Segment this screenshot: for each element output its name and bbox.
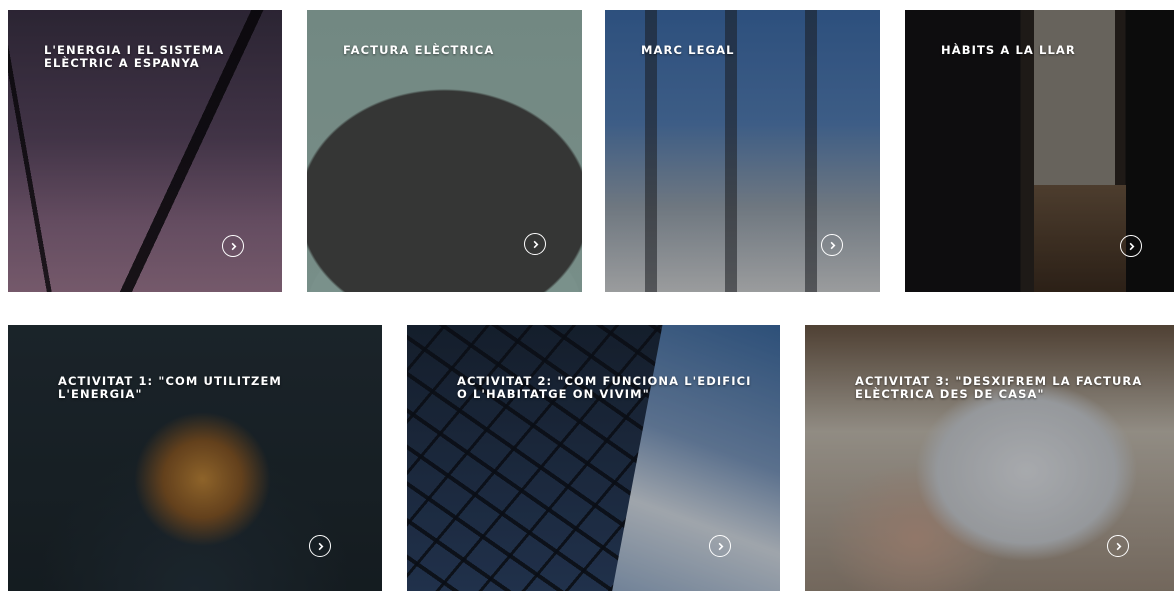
chevron-right-icon[interactable] [222,235,244,257]
card-energia-sistema-electric[interactable]: L'ENERGIA I EL SISTEMA ELÈCTRIC A ESPANY… [8,10,282,292]
card-title: L'ENERGIA I EL SISTEMA ELÈCTRIC A ESPANY… [44,43,225,70]
chevron-right-icon[interactable] [821,234,843,256]
chevron-right-icon[interactable] [309,535,331,557]
card-marc-legal[interactable]: MARC LEGAL [605,10,880,292]
card-activitat-3[interactable]: ACTIVITAT 3: "DESXIFREM LA FACTURA ELÈCT… [805,325,1174,591]
card-title: ACTIVITAT 3: "DESXIFREM LA FACTURA ELÈCT… [855,374,1143,401]
chevron-right-icon[interactable] [524,233,546,255]
card-title: ACTIVITAT 2: "COM FUNCIONA L'EDIFICI O L… [457,374,752,401]
chevron-right-icon[interactable] [1120,235,1142,257]
card-activitat-1[interactable]: ACTIVITAT 1: "COM UTILITZEM L'ENERGIA" [8,325,382,591]
card-factura-electrica[interactable]: FACTURA ELÈCTRICA [307,10,582,292]
chevron-right-icon[interactable] [1107,535,1129,557]
card-activitat-2[interactable]: ACTIVITAT 2: "COM FUNCIONA L'EDIFICI O L… [407,325,780,591]
card-habits-llar[interactable]: HÀBITS A LA LLAR [905,10,1174,292]
card-title: FACTURA ELÈCTRICA [343,43,495,57]
card-title: ACTIVITAT 1: "COM UTILITZEM L'ENERGIA" [58,374,282,401]
card-title: MARC LEGAL [641,43,735,57]
card-title: HÀBITS A LA LLAR [941,43,1076,57]
chevron-right-icon[interactable] [709,535,731,557]
